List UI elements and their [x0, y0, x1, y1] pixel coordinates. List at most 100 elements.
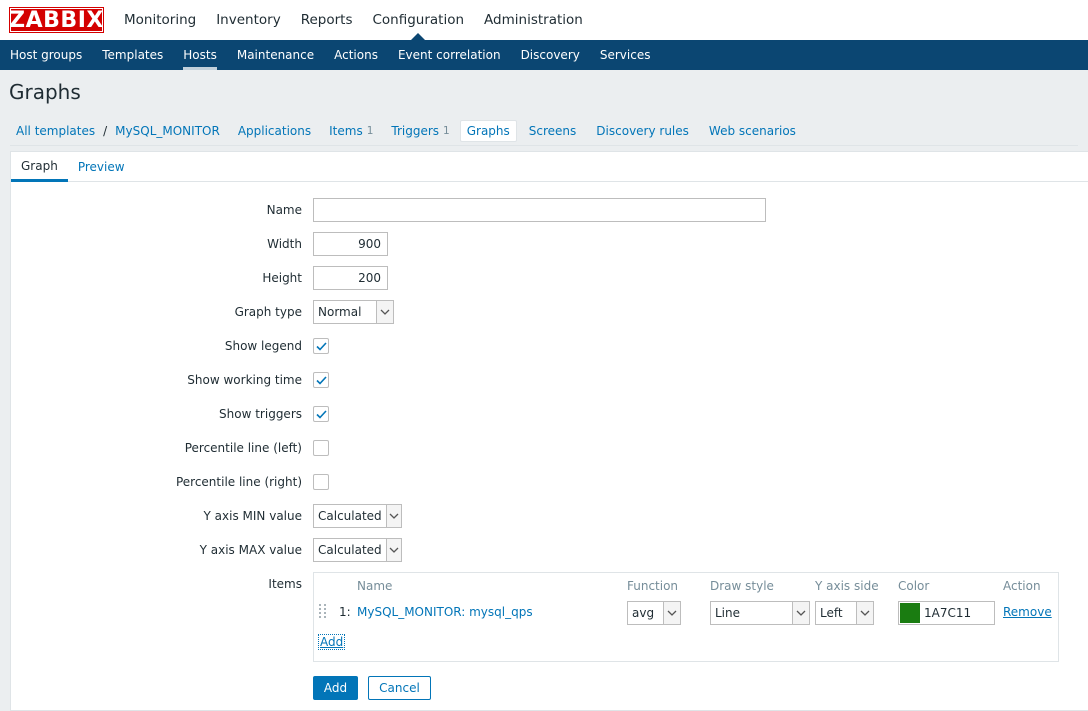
- checkmark-icon: [315, 409, 327, 419]
- submenu-templates[interactable]: Templates: [92, 40, 173, 70]
- breadcrumb-web-scenarios[interactable]: Web scenarios: [703, 120, 802, 142]
- name-input[interactable]: [313, 198, 766, 222]
- breadcrumb-discovery-rules[interactable]: Discovery rules: [590, 120, 695, 142]
- breadcrumb-separator: /: [103, 123, 108, 138]
- add-item-link[interactable]: Add: [318, 634, 346, 650]
- items-header-color: Color: [898, 579, 930, 593]
- ymin-label: Y axis MIN value: [203, 509, 302, 523]
- menu-administration[interactable]: Administration: [474, 0, 593, 40]
- cancel-button[interactable]: Cancel: [368, 676, 431, 700]
- submenu-services[interactable]: Services: [590, 40, 661, 70]
- show-legend-label: Show legend: [224, 339, 302, 353]
- graph-type-select[interactable]: Normal: [313, 300, 394, 324]
- show-triggers-checkbox[interactable]: [313, 406, 329, 422]
- items-header-function: Function: [627, 579, 679, 593]
- color-swatch[interactable]: [900, 603, 920, 623]
- row-height: Height 200: [11, 266, 1088, 290]
- ymin-value: Calculated: [318, 509, 382, 523]
- height-input[interactable]: 200: [313, 266, 388, 290]
- menu-inventory[interactable]: Inventory: [206, 0, 290, 40]
- items-header-name: Name: [357, 579, 393, 593]
- item-index: 1:: [339, 605, 351, 619]
- name-label: Name: [266, 203, 302, 217]
- checkmark-icon: [315, 341, 327, 351]
- item-y-axis-side-value: Left: [820, 606, 843, 620]
- item-y-axis-side-cell: Left: [815, 601, 874, 625]
- show-legend-checkbox[interactable]: [313, 338, 329, 354]
- breadcrumb-items[interactable]: Items 1: [323, 120, 379, 142]
- tab-graph[interactable]: Graph: [11, 152, 68, 182]
- percentile-right-checkbox[interactable]: [313, 474, 329, 490]
- show-working-time-checkbox[interactable]: [313, 372, 329, 388]
- checkmark-icon: [315, 375, 327, 385]
- breadcrumb-items-count: 1: [366, 124, 374, 137]
- breadcrumb-triggers-count: 1: [443, 124, 450, 137]
- submenu-host-groups[interactable]: Host groups: [0, 40, 92, 70]
- breadcrumb-template[interactable]: MySQL_MONITOR: [109, 120, 226, 142]
- main-menu: Monitoring Inventory Reports Configurati…: [114, 0, 593, 40]
- item-color-cell: 1A7C11: [898, 601, 995, 625]
- row-show-legend: Show legend: [11, 334, 1088, 358]
- item-function-select[interactable]: avg: [627, 601, 681, 625]
- breadcrumb-screens[interactable]: Screens: [523, 120, 583, 142]
- item-draw-style-cell: Line: [710, 601, 810, 625]
- menu-monitoring[interactable]: Monitoring: [114, 0, 206, 40]
- items-table: Name Function Draw style Y axis side Col…: [313, 572, 1059, 662]
- row-percentile-right: Percentile line (right): [11, 470, 1088, 494]
- breadcrumb-triggers-label: Triggers: [391, 123, 440, 138]
- item-draw-style-select[interactable]: Line: [710, 601, 810, 625]
- width-input[interactable]: 900: [313, 232, 388, 256]
- submenu-actions[interactable]: Actions: [324, 40, 388, 70]
- chevron-down-icon: [376, 301, 393, 323]
- menu-configuration[interactable]: Configuration: [362, 0, 474, 40]
- submenu-event-correlation[interactable]: Event correlation: [388, 40, 511, 70]
- breadcrumb-all-templates[interactable]: All templates: [10, 120, 101, 142]
- chevron-down-icon: [792, 602, 809, 624]
- top-navigation: ZABBIX Monitoring Inventory Reports Conf…: [0, 0, 1088, 40]
- percentile-left-label: Percentile line (left): [184, 441, 302, 455]
- chevron-down-icon: [385, 505, 401, 527]
- items-label: Items: [268, 577, 302, 591]
- page-title: Graphs: [9, 80, 81, 104]
- ymax-select[interactable]: Calculated: [313, 538, 402, 562]
- item-function-value: avg: [632, 606, 655, 620]
- breadcrumb-graphs[interactable]: Graphs: [459, 119, 517, 142]
- sub-navigation: Host groups Templates Hosts Maintenance …: [0, 40, 1088, 70]
- submenu-maintenance[interactable]: Maintenance: [227, 40, 324, 70]
- item-name-link[interactable]: MySQL_MONITOR: mysql_qps: [357, 605, 533, 619]
- row-width: Width 900: [11, 232, 1088, 256]
- zabbix-logo[interactable]: ZABBIX: [9, 7, 104, 33]
- width-label: Width: [267, 237, 302, 251]
- items-header-y-axis-side: Y axis side: [815, 579, 879, 593]
- chevron-down-icon: [385, 539, 401, 561]
- height-label: Height: [262, 271, 302, 285]
- chevron-down-icon: [856, 602, 873, 624]
- graph-type-value: Normal: [318, 305, 362, 319]
- row-show-working-time: Show working time: [11, 368, 1088, 392]
- show-working-time-label: Show working time: [187, 373, 302, 387]
- ymax-value: Calculated: [318, 543, 382, 557]
- row-percentile-left: Percentile line (left): [11, 436, 1088, 460]
- item-draw-style-value: Line: [715, 606, 741, 620]
- item-y-axis-side-select[interactable]: Left: [815, 601, 874, 625]
- items-header-draw-style: Draw style: [710, 579, 774, 593]
- ymin-select[interactable]: Calculated: [313, 504, 402, 528]
- percentile-left-checkbox[interactable]: [313, 440, 329, 456]
- row-name: Name: [11, 198, 1088, 222]
- show-triggers-label: Show triggers: [219, 407, 302, 421]
- item-remove-link[interactable]: Remove: [1003, 605, 1052, 619]
- item-color-input[interactable]: 1A7C11: [898, 601, 995, 625]
- item-color-value: 1A7C11: [924, 606, 972, 620]
- items-header-action: Action: [1003, 579, 1041, 593]
- submenu-discovery[interactable]: Discovery: [511, 40, 590, 70]
- breadcrumb-triggers[interactable]: Triggers 1: [385, 120, 455, 142]
- row-show-triggers: Show triggers: [11, 402, 1088, 426]
- tab-preview[interactable]: Preview: [68, 152, 135, 182]
- drag-handle-icon[interactable]: [319, 604, 327, 623]
- submenu-hosts[interactable]: Hosts: [173, 40, 227, 70]
- menu-reports[interactable]: Reports: [291, 0, 363, 40]
- breadcrumb-items-label: Items: [329, 123, 363, 138]
- graph-form-panel: Graph Preview Name Width 900 Height 200 …: [10, 151, 1088, 711]
- breadcrumb-applications[interactable]: Applications: [232, 120, 317, 142]
- add-button[interactable]: Add: [313, 676, 358, 700]
